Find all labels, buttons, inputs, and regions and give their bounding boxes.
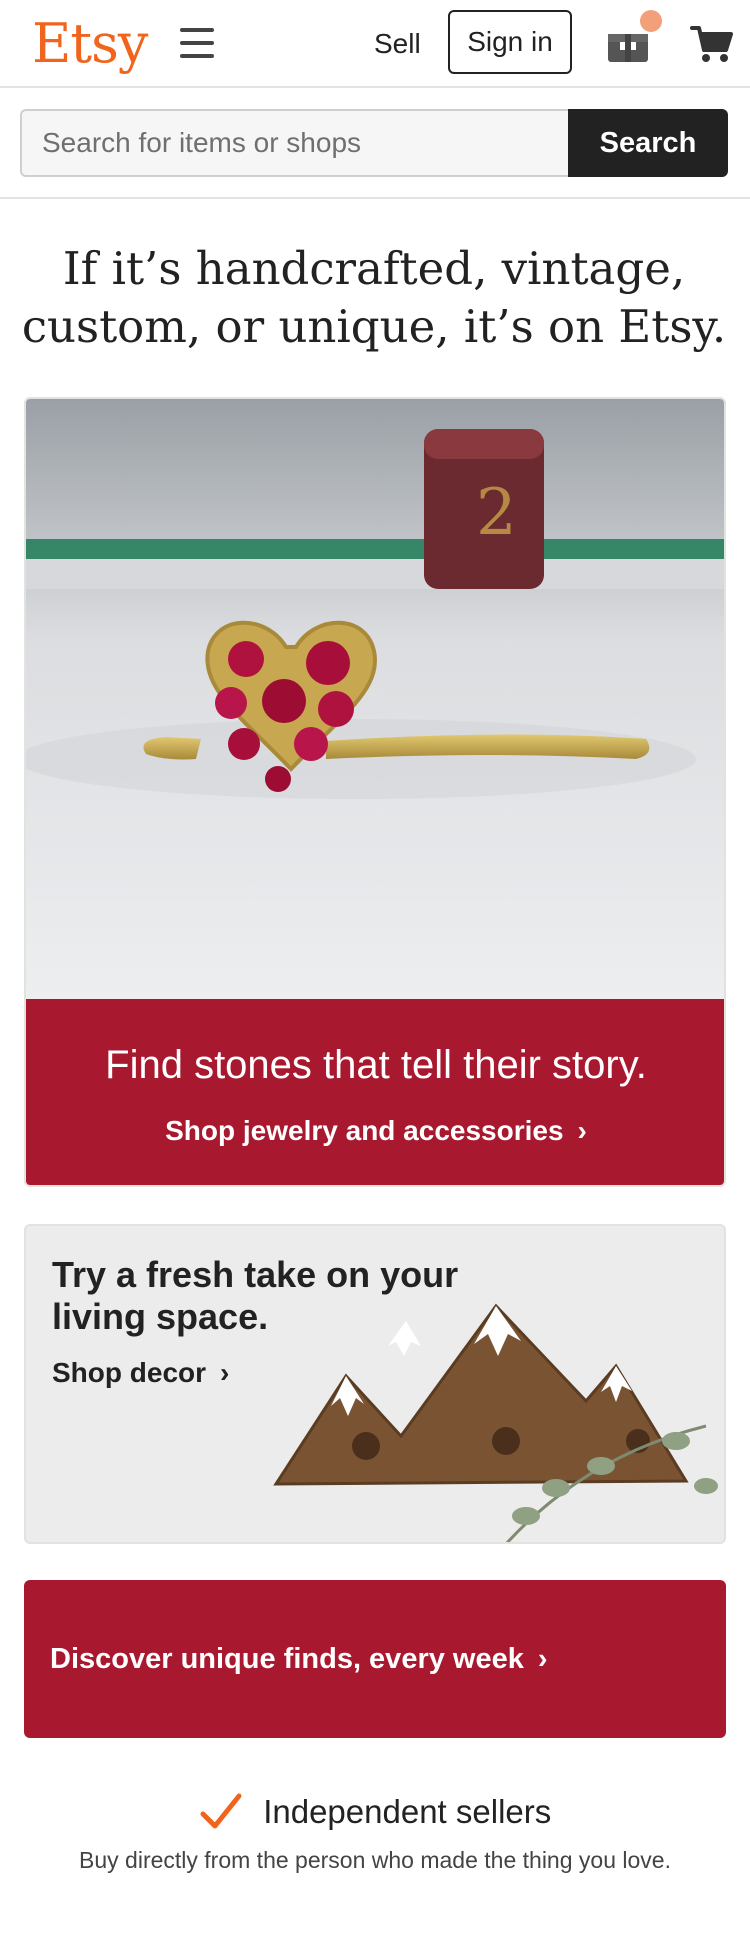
page-tagline: If it’s handcrafted, vintage, custom, or… <box>21 242 727 353</box>
value-prop-description: Buy directly from the person who made th… <box>79 1847 671 1873</box>
search-bar: Search <box>20 109 728 177</box>
site-header: Etsy Sell Sign in <box>0 0 750 88</box>
decor-promo-title: Try a fresh take on your living space. <box>52 1254 459 1337</box>
shop-decor-label: Shop decor <box>52 1357 207 1388</box>
sign-in-button[interactable]: Sign in <box>448 10 572 74</box>
header-divider <box>0 197 750 199</box>
jewelry-promo-band: Find stones that tell their story. Shop … <box>26 999 724 1185</box>
heart-ring-image: 2 <box>26 399 724 999</box>
chevron-right-icon: › <box>537 1643 548 1675</box>
shopping-cart-icon[interactable] <box>690 22 734 66</box>
sell-link[interactable]: Sell <box>374 28 421 60</box>
jewelry-promo-title: Find stones that tell their story. <box>105 1043 647 1087</box>
notification-dot <box>640 10 662 32</box>
discover-weekly-card[interactable]: Discover unique finds, every week › <box>24 1580 726 1738</box>
search-button[interactable]: Search <box>568 109 728 177</box>
svg-text:2: 2 <box>476 476 517 550</box>
hamburger-menu-icon[interactable] <box>180 28 216 58</box>
shop-decor-link[interactable]: Shop decor › <box>52 1356 229 1390</box>
search-input[interactable] <box>20 109 570 177</box>
value-prop-title: Independent sellers <box>263 1793 552 1830</box>
chevron-right-icon: › <box>577 1115 587 1146</box>
decor-promo-card[interactable]: Try a fresh take on your living space. S… <box>24 1224 726 1544</box>
shop-jewelry-label: Shop jewelry and accessories <box>165 1115 564 1146</box>
discover-weekly-label: Discover unique finds, every week <box>50 1643 524 1675</box>
gift-box-icon[interactable] <box>606 24 650 64</box>
shop-jewelry-link[interactable]: Shop jewelry and accessories › <box>26 1114 724 1148</box>
value-prop-row: Independent sellers <box>0 1792 750 1836</box>
checkmark-icon <box>199 1792 243 1832</box>
discover-weekly-link[interactable]: Discover unique finds, every week › <box>50 1642 548 1676</box>
jewelry-promo-card[interactable]: 2 Find stones that tell their story. Sho… <box>24 397 726 1187</box>
etsy-logo[interactable]: Etsy <box>32 6 148 82</box>
chevron-right-icon: › <box>220 1357 230 1388</box>
